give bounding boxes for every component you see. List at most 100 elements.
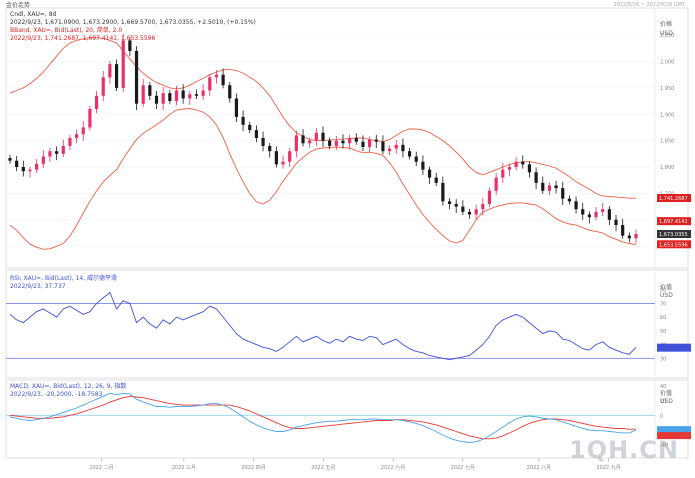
bband-series-name: BBand, XAU=, Bid(Last), 20, 简单, 2.0 (10, 27, 123, 34)
candle-body (94, 95, 99, 109)
candle-body (634, 234, 638, 239)
candle-body (15, 160, 19, 168)
site-watermark: 1QH.CN (568, 436, 679, 464)
candle-body (74, 134, 79, 138)
rsi-tick-label: 50 (660, 329, 666, 335)
rsi-readout: 2022/9/23, 37.737 (10, 283, 66, 290)
candle-body (527, 164, 532, 173)
candle-body (194, 94, 199, 96)
candle-body (281, 161, 285, 165)
candle-body (21, 167, 25, 172)
candle-body (521, 161, 525, 165)
candle-body (68, 138, 72, 146)
candle-body (414, 156, 418, 162)
candle-body (294, 135, 298, 152)
price-series-name: Cndl, XAU=, 8d (10, 11, 57, 18)
price-tick-label: 1,850 (660, 139, 674, 145)
macd-series-name: MACD, XAU=, Bid(Last), 12, 26, 9, 指数 (10, 383, 127, 390)
candle-body (101, 77, 105, 96)
candle-body (627, 235, 631, 239)
candle-body (467, 211, 472, 215)
macd-tick-label: 0 (660, 413, 663, 419)
candle-body (314, 132, 318, 141)
candle-body (487, 190, 492, 204)
x-tick-label: 2022 七月 (451, 464, 475, 471)
candle-body (581, 209, 585, 215)
candle-body (454, 203, 458, 207)
candle-body (148, 85, 152, 96)
candle-body (81, 127, 85, 135)
candle-body (234, 98, 239, 117)
candle-body (567, 198, 572, 202)
candle-body (461, 206, 465, 212)
candle-body (154, 95, 159, 104)
candle-body (434, 177, 438, 183)
candle-body (114, 64, 119, 88)
candle-body (228, 85, 232, 99)
macd-dif-line (9, 392, 637, 443)
candle-body (421, 161, 425, 170)
candle-body (501, 169, 505, 178)
x-tick-label: 2022 九月 (596, 464, 620, 471)
candle-body (441, 182, 445, 202)
x-tick-label: 2022 三月 (172, 465, 196, 471)
candle-body (494, 177, 498, 191)
financial-chart[interactable]: 2,0502,0001,9501,9001,8501,8001,7501,700… (0, 0, 695, 474)
bband-readout: 2022/9/23, 1,741.2687, 1,697.4141, 1,653… (10, 35, 156, 42)
candle-body (554, 185, 558, 189)
candle-body (534, 172, 538, 183)
x-tick-label: 2022 八月 (527, 465, 551, 471)
price-tick-label: 1,950 (660, 86, 674, 92)
candle-body (334, 140, 338, 146)
candle-body (108, 64, 112, 78)
x-tick-label: 2022 二月 (89, 465, 113, 471)
candle-body (621, 225, 625, 236)
candle-body (321, 132, 325, 141)
candle-body (241, 116, 245, 125)
candle-body (507, 167, 512, 170)
candle-body (188, 94, 192, 99)
candle-body (614, 219, 618, 226)
candle-body (407, 151, 412, 157)
candle-body (301, 135, 305, 144)
x-tick-label: 2022 五月 (311, 465, 335, 471)
candle-body (594, 211, 598, 218)
rsi-currency-label: USD (660, 292, 673, 299)
candle-body (208, 77, 212, 91)
candle-body (481, 203, 485, 210)
candle-body (607, 209, 611, 220)
x-tick-label: 2022 六月 (381, 464, 405, 471)
candle-body (328, 140, 332, 146)
last-value-text: 1,697.4141 (659, 219, 688, 225)
candle-body (394, 144, 398, 149)
candle-body (561, 188, 565, 199)
candle-body (35, 163, 39, 170)
candle-body (254, 130, 259, 138)
candle-body (308, 140, 312, 144)
macd-readout: 2022/9/23, -20.2000, -18.7583 (10, 391, 103, 398)
candle-body (374, 139, 378, 142)
candle-body (274, 151, 278, 165)
candle-body (368, 139, 372, 147)
candle-body (141, 85, 145, 104)
rsi-tick-label: 30 (660, 356, 666, 362)
candle-body (427, 169, 432, 178)
candle-body (248, 124, 252, 131)
candle-body (361, 141, 365, 147)
chart-canvas: 2,0502,0001,9501,9001,8501,8001,7501,700… (0, 0, 695, 474)
candle-body (401, 144, 405, 152)
price-unit-label: 价格 (660, 21, 673, 28)
macd-currency-label: USD (660, 398, 673, 405)
candle-body (41, 156, 45, 164)
last-value-text: 1,741.2687 (659, 196, 688, 202)
macd-dea-line (9, 395, 637, 440)
candle-body (268, 145, 272, 152)
candle-body (601, 209, 605, 212)
rsi-series-name: RSI, XAU=, Bid(Last), 14, 威尔德平滑 (10, 275, 118, 282)
candle-body (474, 209, 478, 215)
candle-body (48, 151, 52, 157)
candle-body (168, 93, 172, 102)
candle-body (134, 50, 139, 104)
price-currency-label: USD (660, 30, 673, 37)
date-range: 2022/8/26 ~ 2022/9/28 GMT (613, 2, 685, 8)
